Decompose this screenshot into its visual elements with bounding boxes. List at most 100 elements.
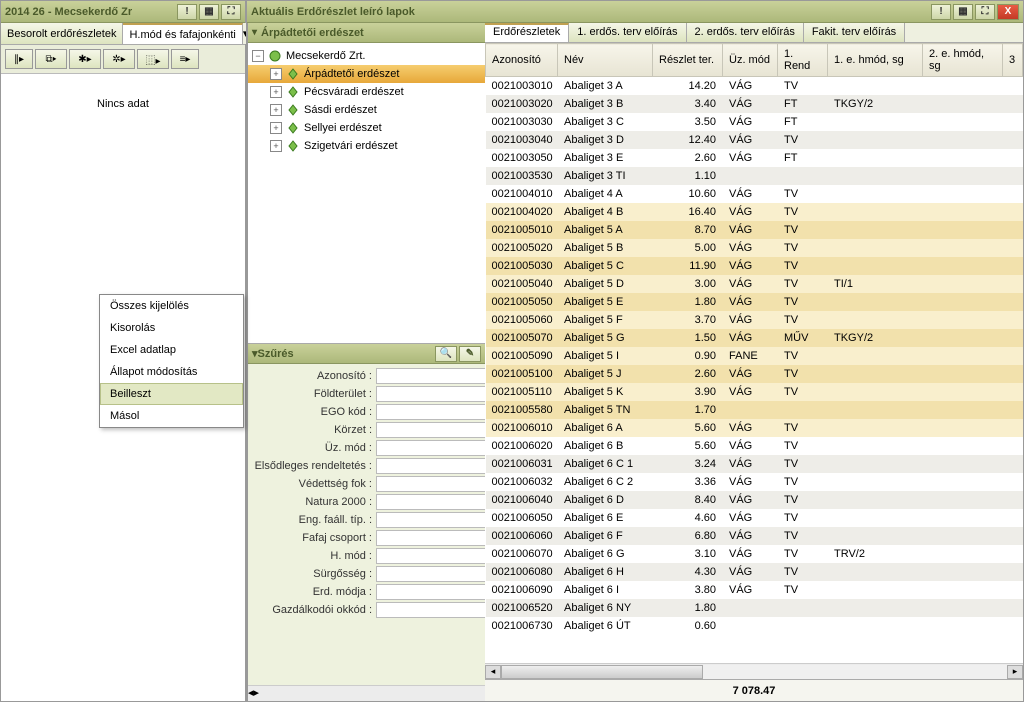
ctx-item-0[interactable]: Összes kijelölés: [100, 295, 243, 317]
hscroll-left-icon[interactable]: ◂: [485, 665, 501, 679]
col-ter[interactable]: Részlet ter.: [653, 44, 723, 77]
filter-input-4[interactable]: [376, 440, 485, 456]
tree-expand-icon[interactable]: +: [270, 104, 282, 116]
data-hscroll[interactable]: ◂ ▸: [485, 663, 1023, 679]
tool-play-icon[interactable]: ∥▸: [5, 49, 33, 69]
filter-input-2[interactable]: [376, 404, 485, 420]
tool-list-icon[interactable]: ≡▸: [171, 49, 199, 69]
tree-collapse-icon[interactable]: −: [252, 50, 264, 62]
table-row[interactable]: 0021004010Abaliget 4 A10.60VÁGTV: [486, 185, 1023, 203]
tree-expand-icon[interactable]: +: [270, 140, 282, 152]
col-azonosito[interactable]: Azonosító: [486, 44, 558, 77]
tree-item-0[interactable]: +Árpádtetői erdészet: [248, 65, 485, 83]
data-tab-1[interactable]: 1. erdős. terv előírás: [569, 23, 686, 42]
table-row[interactable]: 0021005070Abaliget 5 G1.50VÁGMŰVTKGY/2: [486, 329, 1023, 347]
table-row[interactable]: 0021006070Abaliget 6 G3.10VÁGTVTRV/2: [486, 545, 1023, 563]
table-row[interactable]: 0021005110Abaliget 5 K3.90VÁGTV: [486, 383, 1023, 401]
table-row[interactable]: 0021006040Abaliget 6 D8.40VÁGTV: [486, 491, 1023, 509]
data-tab-3[interactable]: Fakit. terv előírás: [804, 23, 905, 42]
table-row[interactable]: 0021006020Abaliget 6 B5.60VÁGTV: [486, 437, 1023, 455]
tree-expand-icon[interactable]: +: [270, 86, 282, 98]
table-row[interactable]: 0021005580Abaliget 5 TN1.70: [486, 401, 1023, 419]
table-wrap[interactable]: Azonosító Név Részlet ter. Üz. mód 1. Re…: [485, 43, 1023, 663]
table-row[interactable]: 0021003040Abaliget 3 D12.40VÁGTV: [486, 131, 1023, 149]
tree-expand-icon[interactable]: +: [270, 122, 282, 134]
filter-input-5[interactable]: [376, 458, 485, 474]
data-tab-0[interactable]: Erdőrészletek: [485, 23, 569, 42]
tree-item-4[interactable]: +Szigetvári erdészet: [248, 137, 485, 155]
filter-input-6[interactable]: [376, 476, 485, 492]
table-row[interactable]: 0021005090Abaliget 5 I0.90FANETV: [486, 347, 1023, 365]
table-row[interactable]: 0021006032Abaliget 6 C 23.36VÁGTV: [486, 473, 1023, 491]
table-row[interactable]: 0021006010Abaliget 6 A5.60VÁGTV: [486, 419, 1023, 437]
filter-input-3[interactable]: [376, 422, 485, 438]
filter-input-1[interactable]: [376, 386, 485, 402]
tree-item-1[interactable]: +Pécsváradi erdészet: [248, 83, 485, 101]
tool-panel-icon[interactable]: ⿲▸: [137, 49, 169, 69]
tool-config1-icon[interactable]: ⧉▸: [35, 49, 67, 69]
col-3[interactable]: 3: [1003, 44, 1023, 77]
table-row[interactable]: 0021003010Abaliget 3 A14.20VÁGTV: [486, 77, 1023, 95]
tool-gear2-icon[interactable]: ✲▸: [103, 49, 135, 69]
mid-hscroll[interactable]: ◂▸: [248, 685, 485, 701]
col-nev[interactable]: Név: [558, 44, 653, 77]
table-row[interactable]: 0021005020Abaliget 5 B5.00VÁGTV: [486, 239, 1023, 257]
warn-icon-r[interactable]: !: [931, 4, 951, 20]
tree-expand-icon[interactable]: +: [270, 68, 282, 80]
warn-icon[interactable]: !: [177, 4, 197, 20]
table-row[interactable]: 0021005040Abaliget 5 D3.00VÁGTVTI/1: [486, 275, 1023, 293]
columns-icon-r[interactable]: ▦: [953, 4, 973, 20]
filter-input-11[interactable]: [376, 566, 485, 582]
table-row[interactable]: 0021005010Abaliget 5 A8.70VÁGTV: [486, 221, 1023, 239]
table-row[interactable]: 0021003050Abaliget 3 E2.60VÁGFT: [486, 149, 1023, 167]
filter-input-8[interactable]: [376, 512, 485, 528]
ctx-item-1[interactable]: Kisorolás: [100, 317, 243, 339]
table-row[interactable]: 0021004020Abaliget 4 B16.40VÁGTV: [486, 203, 1023, 221]
ctx-item-4[interactable]: Beilleszt: [100, 383, 243, 405]
table-row[interactable]: 0021005060Abaliget 5 F3.70VÁGTV: [486, 311, 1023, 329]
table-row[interactable]: 0021003530Abaliget 3 TI1.10: [486, 167, 1023, 185]
filter-label-1: Földterület :: [248, 388, 376, 400]
col-h1[interactable]: 1. e. hmód, sg: [828, 44, 923, 77]
data-tab-2[interactable]: 2. erdős. terv előírás: [687, 23, 804, 42]
table-row[interactable]: 0021003020Abaliget 3 B3.40VÁGFTTKGY/2: [486, 95, 1023, 113]
filter-input-13[interactable]: [376, 602, 485, 618]
columns-icon[interactable]: ▦: [199, 4, 219, 20]
left-tab-0[interactable]: Besorolt erdőrészletek: [1, 23, 123, 44]
filter-input-7[interactable]: [376, 494, 485, 510]
filter-input-10[interactable]: [376, 548, 485, 564]
table-row[interactable]: 0021006060Abaliget 6 F6.80VÁGTV: [486, 527, 1023, 545]
hscroll-right-icon[interactable]: ▸: [1007, 665, 1023, 679]
table-row[interactable]: 0021003030Abaliget 3 C3.50VÁGFT: [486, 113, 1023, 131]
collapse-arrow-icon[interactable]: ▾: [252, 27, 257, 38]
clear-filter-icon[interactable]: ✎: [459, 346, 481, 362]
table-row[interactable]: 0021005050Abaliget 5 E1.80VÁGTV: [486, 293, 1023, 311]
ctx-item-2[interactable]: Excel adatlap: [100, 339, 243, 361]
table-row[interactable]: 0021006730Abaliget 6 ÚT0.60: [486, 617, 1023, 635]
tree-header[interactable]: ▾ Árpádtetői erdészet: [248, 23, 485, 43]
tool-gear1-icon[interactable]: ✱▸: [69, 49, 101, 69]
table-row[interactable]: 0021006050Abaliget 6 E4.60VÁGTV: [486, 509, 1023, 527]
col-uzmod[interactable]: Üz. mód: [723, 44, 778, 77]
table-row[interactable]: 0021005100Abaliget 5 J2.60VÁGTV: [486, 365, 1023, 383]
tree-root[interactable]: − Mecsekerdő Zrt.: [248, 47, 485, 65]
filter-input-9[interactable]: [376, 530, 485, 546]
close-icon[interactable]: X: [997, 4, 1019, 20]
table-row[interactable]: 0021006031Abaliget 6 C 13.24VÁGTV: [486, 455, 1023, 473]
expand-icon[interactable]: ⛶: [221, 4, 241, 20]
col-h2[interactable]: 2. e. hmód, sg: [923, 44, 1003, 77]
col-rend[interactable]: 1. Rend: [778, 44, 828, 77]
search-icon[interactable]: 🔍: [435, 346, 457, 362]
left-tab-1[interactable]: H.mód és fafajonkénti: [123, 23, 242, 44]
filter-input-0[interactable]: [376, 368, 485, 384]
expand-icon-r[interactable]: ⛶: [975, 4, 995, 20]
table-row[interactable]: 0021006090Abaliget 6 I3.80VÁGTV: [486, 581, 1023, 599]
table-row[interactable]: 0021006520Abaliget 6 NY1.80: [486, 599, 1023, 617]
table-row[interactable]: 0021006080Abaliget 6 H4.30VÁGTV: [486, 563, 1023, 581]
ctx-item-3[interactable]: Állapot módosítás: [100, 361, 243, 383]
filter-input-12[interactable]: [376, 584, 485, 600]
tree-item-3[interactable]: +Sellyei erdészet: [248, 119, 485, 137]
tree-item-2[interactable]: +Sásdi erdészet: [248, 101, 485, 119]
table-row[interactable]: 0021005030Abaliget 5 C11.90VÁGTV: [486, 257, 1023, 275]
ctx-item-5[interactable]: Másol: [100, 405, 243, 427]
